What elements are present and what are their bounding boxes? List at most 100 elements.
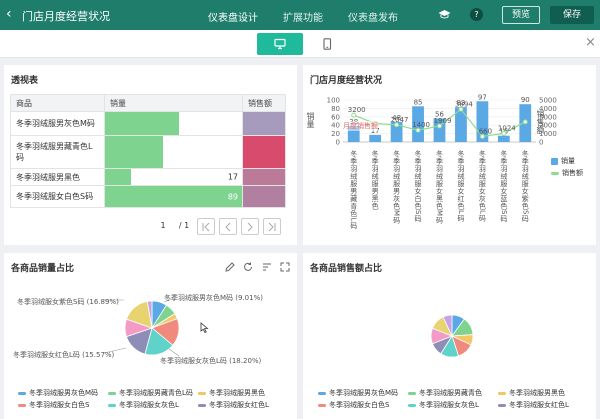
bar-value-label: 85 [414,98,423,106]
line-value-label: 3894 [455,100,473,108]
pie-label-gray-m: 冬季羽绒服男灰色M码 (9.01%) [164,294,263,302]
legend-item[interactable]: 冬季羽绒服女白色S [18,400,89,410]
legend-amount[interactable]: 销售额 [551,168,583,178]
legend-quantity[interactable]: 销量 [551,156,575,166]
tab-dashboard-publish[interactable]: 仪表盘发布 [348,9,398,24]
legend-label: 冬季羽绒服男藏青色 [419,389,482,397]
y-tick-label: 40 [331,122,340,130]
help-icon[interactable]: ? [470,8,483,21]
legend-label: 冬季羽绒服女白色S [329,401,390,409]
desktop-icon [274,38,286,50]
pie-label-red-l: 冬季羽绒服女红色L码 (15.57%) [13,351,115,359]
page-current[interactable]: 1 [156,218,170,235]
legend-swatch [498,403,506,407]
legend-swatch [108,391,116,395]
quantity-cell: 38 [104,135,243,169]
legend-label: 冬季羽绒服女红色L [209,401,269,409]
legend-item[interactable]: 冬季羽绒服女白色S [318,400,389,410]
line-value-label: 1400 [412,121,430,129]
legend-label: 冬季羽绒服男灰色M码 [29,389,99,397]
line-value-label: 1909 [434,117,452,125]
table-header-row: 商品 销量 销售额 [10,94,286,112]
y-tick-label: 100 [327,97,340,105]
mobile-icon [323,38,332,50]
legend-item[interactable]: 冬季羽绒服男灰色M码 [318,388,398,398]
table-row[interactable]: 冬季羽绒服女白色S码 89 [10,185,286,208]
y-axis-label: 销量 [306,112,315,128]
graduation-cap-icon[interactable] [438,8,451,21]
legend-label: 冬季羽绒服女灰色L [119,401,179,409]
line-point[interactable] [522,119,528,125]
quantity-value: 17 [227,172,238,182]
table-row[interactable]: 冬季羽绒服男黑色 17 [10,168,286,186]
bar[interactable] [369,134,382,142]
legend-item[interactable]: 冬季羽绒服女灰色L [108,400,179,410]
amount-cell [242,185,286,208]
y-tick-label: 60 [331,113,340,121]
column-header-amount[interactable]: 销售额 [242,94,286,112]
table-row[interactable]: 冬季羽绒服男灰色M码 48 [10,111,286,136]
x-tick-label: 冬季羽绒服女蓝色S码 [500,149,508,223]
line-value-label: 2047 [391,116,409,124]
product-cell: 冬季羽绒服男藏青色L码 [10,135,105,169]
product-cell: 冬季羽绒服男黑色 [10,168,105,186]
preview-button[interactable]: 预览 [502,6,540,24]
bar-value-label: 97 [478,93,487,101]
amount-cell [242,111,286,136]
top-bar: ‹ 门店月度经营状况 仪表盘设计 扩展功能 仪表盘发布 ? 预览 保存 [0,0,600,30]
quantity-bar [105,112,179,135]
last-page-button[interactable] [263,218,281,235]
next-page-button[interactable] [241,218,259,235]
legend-label: 冬季羽绒服女白色S [29,401,90,409]
desktop-view-button[interactable] [257,33,303,55]
quantity-bar [105,136,164,168]
legend-item[interactable]: 冬季羽绒服男黑色 [198,388,265,398]
x-tick-label: 冬季羽绒服男藏青色L码 [350,149,358,230]
y-tick-label: 20 [331,130,340,138]
close-icon[interactable]: × [585,35,596,50]
mouse-cursor-icon [200,322,209,335]
tab-dashboard-design[interactable]: 仪表盘设计 [208,9,258,24]
legend-swatch [551,157,558,165]
table-row[interactable]: 冬季羽绒服男藏青色L码 38 [10,135,286,169]
legend-item[interactable]: 冬季羽绒服男黑色 [498,388,565,398]
quantity-value: 48 [227,119,238,128]
mobile-view-button[interactable] [304,33,350,55]
chevron-left-icon [225,222,231,232]
legend-label: 冬季羽绒服女红色L [509,401,569,409]
product-cell: 冬季羽绒服男灰色M码 [10,111,105,136]
x-tick-label: 冬季羽绒服女灰色L码 [478,149,486,222]
device-toolbar: × [0,30,600,58]
save-button[interactable]: 保存 [550,6,594,24]
legend-item[interactable]: 冬季羽绒服男藏青色 [408,388,482,398]
x-tick-label: 冬季羽绒服女白色S码 [414,149,422,223]
y2-axis-label: 销售额 [536,110,545,134]
legend-item[interactable]: 冬季羽绒服女红色L [198,400,269,410]
legend-swatch [18,391,26,395]
pie-label-purple-s: 冬季羽绒服女紫色S码 (16.89%) [17,298,119,306]
column-header-quantity[interactable]: 销量 [104,94,243,112]
legend-label: 冬季羽绒服男黑色 [509,389,565,397]
x-tick-label: 冬季羽绒服女红色L码 [457,149,465,222]
amount-cell [242,135,286,169]
legend-item[interactable]: 冬季羽绒服男藏青色L码 [108,388,193,398]
tab-extensions[interactable]: 扩展功能 [283,9,323,24]
first-page-button[interactable] [197,218,215,235]
prev-page-button[interactable] [219,218,237,235]
legend-label: 冬季羽绒服女灰色L [419,401,479,409]
x-tick-label: 冬季羽绒服女紫色S码 [521,149,529,223]
combo-chart: 02040608010001000200030004000500038冬季羽绒服… [327,93,557,230]
chart-tooltip: 月度销售额 [343,121,378,131]
legend-swatch [408,403,416,407]
legend-item[interactable]: 冬季羽绒服男灰色M码 [18,388,98,398]
legend-item[interactable]: 冬季羽绒服女红色L [498,400,569,410]
bar-value-label: 90 [521,96,530,104]
bar[interactable] [497,135,510,142]
product-cell: 冬季羽绒服女白色S码 [10,185,105,208]
legend-item[interactable]: 冬季羽绒服女灰色L [408,400,479,410]
column-header-product[interactable]: 商品 [10,94,105,112]
chevron-right-icon [247,222,253,232]
legend-swatch [198,403,206,407]
y-tick-label: 0 [336,139,340,147]
back-icon[interactable]: ‹ [6,6,12,22]
